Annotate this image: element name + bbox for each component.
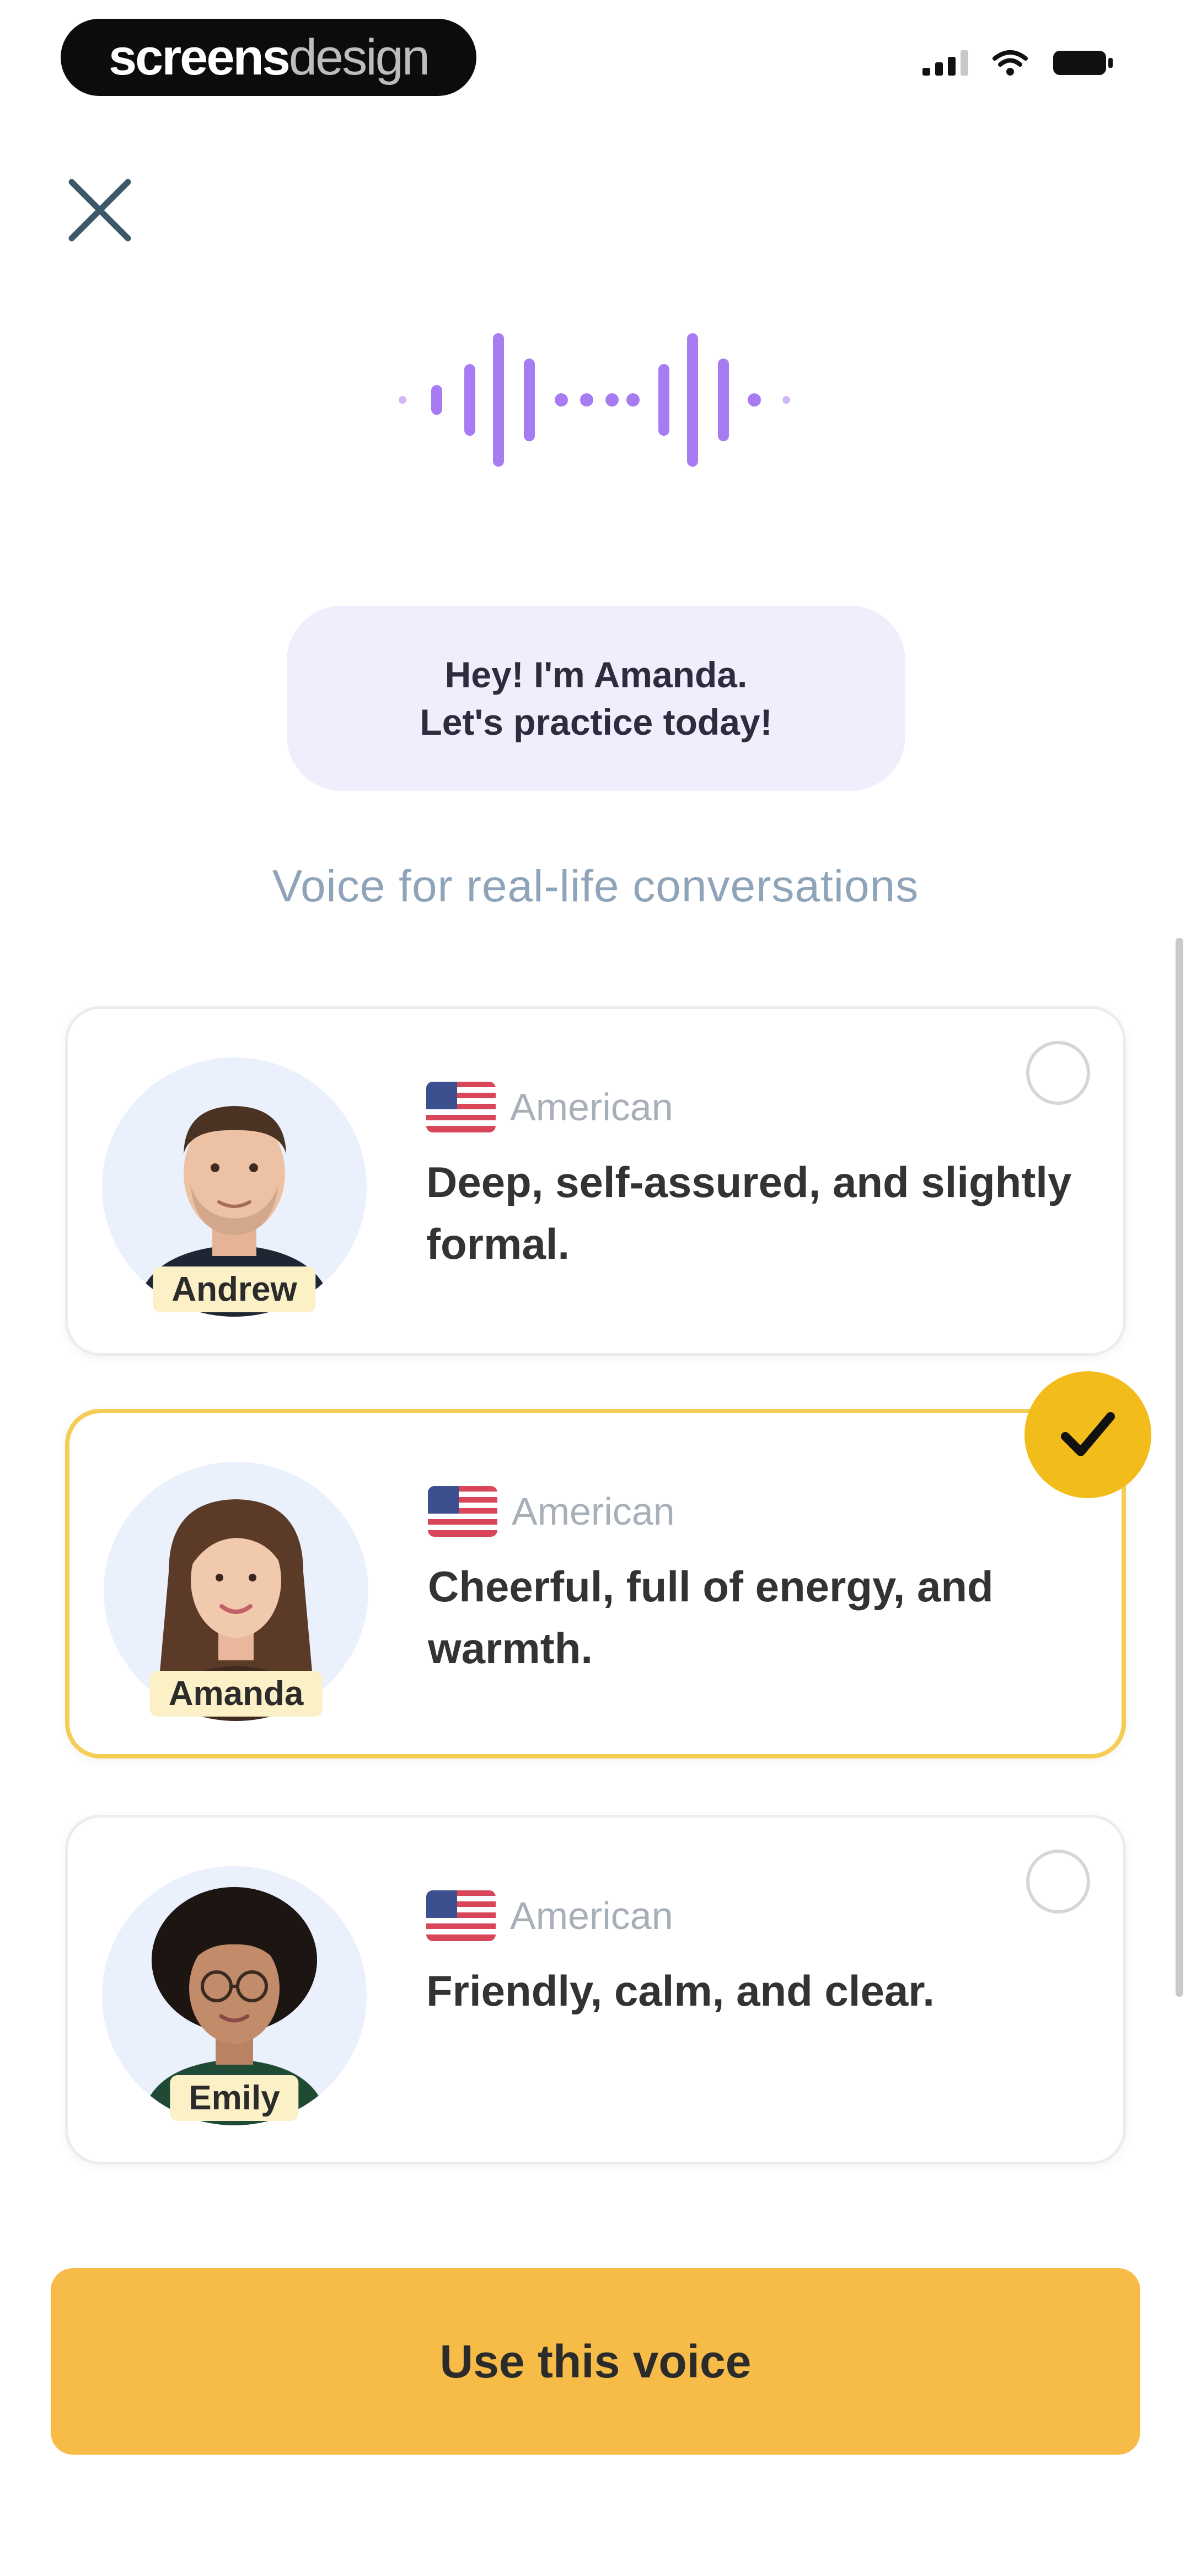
scrollbar[interactable] — [1176, 938, 1183, 1997]
close-icon[interactable] — [65, 175, 135, 245]
screensdesign-watermark: screens design — [61, 19, 476, 96]
voice-card-emily[interactable]: Emily American Friendly, calm, and clear… — [65, 1815, 1126, 2165]
battery-icon — [1053, 51, 1113, 75]
voice-radio-button[interactable] — [1026, 1850, 1090, 1914]
voice-radio-button[interactable] — [1026, 1041, 1090, 1105]
watermark-bold-text: screens — [109, 29, 291, 85]
selected-check-icon — [1024, 1371, 1151, 1498]
voice-info: American Friendly, calm, and clear. — [426, 1888, 1077, 2022]
status-icons — [922, 49, 1114, 77]
greeting-bubble: Hey! I'm Amanda. Let's practice today! — [287, 606, 905, 791]
voice-section-subtitle: Voice for real-life conversations — [272, 861, 919, 911]
voice-description: Deep, self-assured, and slightly formal. — [426, 1158, 1072, 1268]
wifi-icon — [993, 50, 1028, 76]
us-flag-icon — [426, 1082, 496, 1132]
accent-row: American — [426, 1888, 1077, 1943]
voice-info: American Deep, self-assured, and slightl… — [426, 1079, 1077, 1275]
voice-card-amanda[interactable]: Amanda American Cheerful, full of energy… — [65, 1409, 1126, 1759]
voice-info: American Cheerful, full of energy, and w… — [428, 1484, 1079, 1679]
voice-description: Friendly, calm, and clear. — [426, 1966, 935, 2015]
accent-row: American — [426, 1079, 1077, 1135]
voice-name-tag: Andrew — [153, 1266, 316, 1312]
accent-label: American — [510, 1086, 673, 1129]
avatar: Andrew — [102, 1057, 367, 1317]
us-flag-icon — [426, 1890, 496, 1941]
voice-name-tag: Emily — [170, 2075, 299, 2121]
accent-row: American — [428, 1484, 1079, 1539]
us-flag-icon — [428, 1486, 497, 1537]
avatar: Emily — [102, 1866, 367, 2125]
greeting-line-2: Let's practice today! — [420, 702, 772, 742]
use-this-voice-button[interactable]: Use this voice — [51, 2268, 1140, 2455]
accent-label: American — [512, 1490, 675, 1533]
voice-name-tag: Amanda — [149, 1671, 323, 1717]
avatar: Amanda — [104, 1462, 368, 1721]
voice-waveform-icon — [399, 333, 790, 467]
voice-selection-screen: screens design Hey! I'm Amanda. Let's pr… — [0, 0, 1191, 2576]
signal-icon — [922, 50, 968, 76]
voice-description: Cheerful, full of energy, and warmth. — [428, 1562, 994, 1672]
greeting-line-1: Hey! I'm Amanda. — [444, 654, 748, 695]
watermark-light-text: design — [288, 29, 430, 85]
accent-label: American — [510, 1894, 673, 1937]
voice-card-andrew[interactable]: Andrew American Deep, self-assured, and … — [65, 1006, 1126, 1356]
